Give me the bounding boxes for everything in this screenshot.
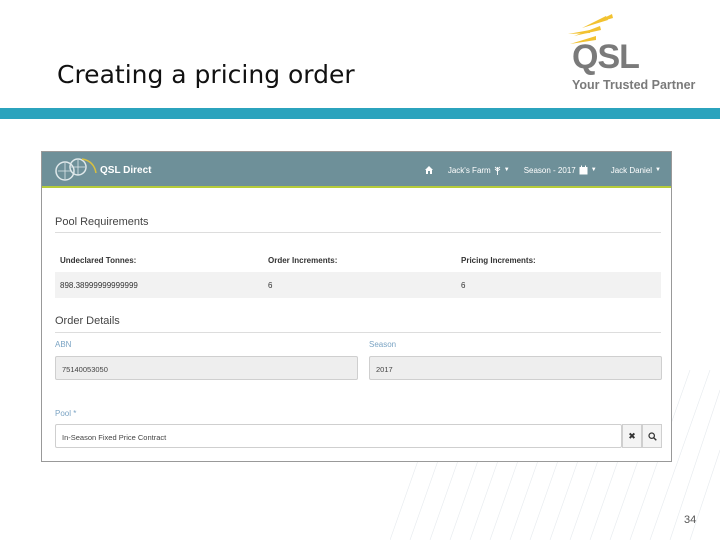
qsl-direct-logo[interactable]: QSL Direct — [54, 155, 164, 185]
wheat-icon — [494, 166, 501, 175]
slide-title: Creating a pricing order — [57, 60, 355, 89]
divider — [55, 332, 661, 333]
search-icon — [647, 431, 657, 441]
app-brand: QSL Direct — [100, 165, 152, 176]
chevron-down-icon: ▼ — [503, 167, 510, 173]
logo-tagline: Your Trusted Partner — [572, 78, 696, 92]
season-dropdown[interactable]: Season - 2017 ▼ — [524, 165, 597, 175]
divider — [55, 232, 661, 233]
search-button[interactable] — [642, 424, 662, 448]
user-name: Jack Daniel — [610, 165, 653, 175]
table-row: 898.38999999999999 6 6 — [55, 272, 661, 298]
undeclared-tonnes-value: 898.38999999999999 — [60, 280, 138, 290]
pricing-increments-value: 6 — [461, 280, 466, 290]
chevron-down-icon: ▼ — [655, 167, 661, 173]
season-field[interactable]: 2017 — [369, 356, 662, 380]
app-navbar: QSL Direct Jack's Farm ▼ Season - 2017 ▼… — [42, 152, 671, 188]
abn-field[interactable]: 75140053050 — [55, 356, 358, 380]
page-number: 34 — [684, 514, 697, 526]
chevron-down-icon: ▼ — [590, 167, 597, 173]
abn-label: ABN — [55, 340, 72, 349]
season-label: Season — [369, 340, 397, 349]
qsl-logo: QSL Your Trusted Partner — [566, 14, 695, 96]
farm-name: Jack's Farm — [447, 165, 491, 175]
calendar-icon — [579, 165, 588, 175]
pool-requirements-header: Undeclared Tonnes: Order Increments: Pri… — [55, 248, 661, 272]
user-dropdown[interactable]: Jack Daniel ▼ — [611, 166, 661, 175]
pool-requirements-title: Pool Requirements — [55, 216, 149, 228]
order-details-title: Order Details — [55, 315, 120, 327]
clear-button[interactable]: ✖ — [622, 424, 642, 448]
globe-logo-icon — [55, 158, 97, 181]
pool-select[interactable]: In-Season Fixed Price Contract — [55, 424, 622, 448]
column-header: Undeclared Tonnes: — [60, 255, 137, 265]
app-screenshot: QSL Direct Jack's Farm ▼ Season - 2017 ▼… — [41, 151, 672, 462]
season-name: Season - 2017 — [523, 165, 576, 175]
logo-text: QSL — [572, 38, 640, 76]
home-icon[interactable] — [424, 165, 434, 175]
header-band — [0, 108, 720, 119]
farm-dropdown[interactable]: Jack's Farm ▼ — [448, 165, 510, 175]
close-icon: ✖ — [628, 430, 636, 441]
pool-label: Pool * — [55, 409, 77, 418]
column-header: Pricing Increments: — [461, 255, 536, 265]
column-header: Order Increments: — [268, 255, 338, 265]
order-increments-value: 6 — [268, 280, 273, 290]
